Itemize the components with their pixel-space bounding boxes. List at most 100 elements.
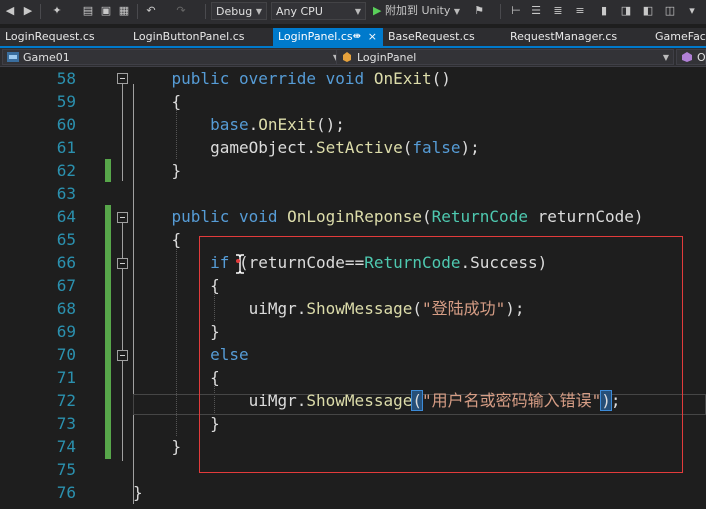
- code-line[interactable]: {: [133, 228, 182, 251]
- line-number: 59: [56, 92, 76, 111]
- platform-select[interactable]: Any CPU ▼: [271, 2, 366, 20]
- forward-icon[interactable]: ▶: [20, 3, 36, 19]
- next-bookmark-icon[interactable]: ◧: [640, 3, 656, 19]
- csharp-project-icon: [7, 52, 19, 62]
- code-token: (: [421, 207, 432, 226]
- collapse-toggle[interactable]: [117, 73, 128, 84]
- project-dropdown[interactable]: Game01 ▼: [2, 49, 344, 65]
- tab-label: LoginButtonPanel.cs: [133, 30, 245, 43]
- project-name: Game01: [23, 51, 70, 64]
- save-all-icon[interactable]: ▦: [116, 3, 132, 19]
- back-icon[interactable]: ◀: [2, 3, 18, 19]
- chevron-down-icon: ▼: [662, 53, 669, 62]
- code-token: ReturnCode: [431, 207, 528, 226]
- toolbar-options-icon[interactable]: ▾: [684, 3, 700, 19]
- text-cursor-icon: [236, 254, 244, 274]
- chevron-down-icon: ▼: [255, 7, 262, 16]
- collapse-toggle[interactable]: [117, 212, 128, 223]
- configuration-value: Debug: [216, 5, 253, 18]
- member-name: On: [697, 51, 706, 64]
- step-icon[interactable]: ⊢: [508, 3, 524, 19]
- tab-label: RequestManager.cs: [510, 30, 618, 43]
- code-token: }: [133, 437, 182, 456]
- line-number: 69: [56, 322, 76, 341]
- pin-icon[interactable]: ⇼: [353, 28, 361, 46]
- configuration-select[interactable]: Debug ▼: [211, 2, 267, 20]
- code-line[interactable]: }: [133, 435, 182, 458]
- chevron-down-icon: ▼: [453, 7, 461, 16]
- uncomment-icon[interactable]: ≡: [572, 3, 588, 19]
- code-line[interactable]: base.OnExit();: [133, 113, 345, 136]
- line-number: 71: [56, 368, 76, 387]
- clear-bookmarks-icon[interactable]: ◫: [662, 3, 678, 19]
- comment-icon[interactable]: ≣: [550, 3, 566, 19]
- tab-label: BaseRequest.cs: [388, 30, 475, 43]
- code-token: {: [133, 230, 182, 249]
- line-number: 73: [56, 414, 76, 433]
- line-number: 63: [56, 184, 76, 203]
- code-token: );: [460, 138, 480, 157]
- document-tabs: LoginRequest.cs LoginButtonPanel.cs Logi…: [0, 28, 706, 46]
- code-token: returnCode): [527, 207, 644, 226]
- toolbar: ◀ ▶ ✦ ▤ ▣ ▦ ↶ ↷ Debug ▼ Any CPU ▼ ▶ 附加到 …: [0, 0, 706, 24]
- line-number: 60: [56, 115, 76, 134]
- line-number: 58: [56, 69, 76, 88]
- attach-to-unity-button[interactable]: ▶ 附加到 Unity ▼: [373, 3, 463, 19]
- line-number: 72: [56, 391, 76, 410]
- tab-gamefacade[interactable]: GameFaca: [650, 28, 706, 46]
- toolbar-separator: [40, 4, 41, 19]
- undo-icon[interactable]: ↶: [142, 3, 160, 19]
- save-icon[interactable]: ▣: [98, 3, 114, 19]
- close-icon[interactable]: ×: [368, 28, 377, 46]
- redo-icon[interactable]: ↷: [172, 3, 190, 19]
- code-token: }: [133, 161, 182, 180]
- tab-loginpanel[interactable]: LoginPanel.cs ⇼ ×: [273, 28, 383, 46]
- debug-tools-icon[interactable]: ⚑: [470, 3, 488, 19]
- line-number: 62: [56, 161, 76, 180]
- method-icon: [682, 52, 692, 62]
- code-token: ();: [316, 115, 345, 134]
- collapse-toggle[interactable]: [117, 258, 128, 269]
- class-dropdown[interactable]: LoginPanel ▼: [336, 49, 674, 65]
- member-dropdown[interactable]: On: [676, 49, 706, 65]
- tab-loginbuttonpanel[interactable]: LoginButtonPanel.cs: [128, 28, 273, 46]
- class-name: LoginPanel: [357, 51, 417, 64]
- tab-label: LoginRequest.cs: [5, 30, 95, 43]
- code-token: }: [133, 483, 143, 502]
- toolbar-separator: [500, 4, 501, 19]
- toolbar-separator: [137, 4, 138, 19]
- line-number: 65: [56, 230, 76, 249]
- code-line[interactable]: public void OnLoginReponse(ReturnCode re…: [133, 205, 644, 228]
- code-token: false: [412, 138, 461, 157]
- line-number: 64: [56, 207, 76, 226]
- new-project-icon[interactable]: ✦: [48, 3, 66, 19]
- code-line[interactable]: }: [133, 159, 182, 182]
- collapse-toggle[interactable]: [117, 350, 128, 361]
- format-icon[interactable]: ☰: [528, 3, 544, 19]
- tab-label: LoginPanel.cs: [278, 30, 353, 43]
- code-line[interactable]: {: [133, 90, 182, 113]
- tab-baserequest[interactable]: BaseRequest.cs: [383, 28, 505, 46]
- open-file-icon[interactable]: ▤: [80, 3, 96, 19]
- prev-bookmark-icon[interactable]: ◨: [618, 3, 634, 19]
- code-token: OnExit: [258, 115, 317, 134]
- code-token: public void: [133, 207, 288, 226]
- code-token: (): [431, 69, 451, 88]
- tab-loginrequest[interactable]: LoginRequest.cs: [0, 28, 128, 46]
- line-number: 66: [56, 253, 76, 272]
- code-line[interactable]: public override void OnExit(): [133, 67, 451, 90]
- code-line[interactable]: gameObject.SetActive(false);: [133, 136, 480, 159]
- code-editor[interactable]: 58 59 60 61 62 63 64 65 66 67 68 69 70 71 72 73 74 75 76 p…: [0, 67, 706, 509]
- code-token: base: [133, 115, 249, 134]
- tab-label: GameFaca: [655, 30, 706, 43]
- code-line[interactable]: }: [133, 481, 143, 504]
- attach-label: 附加到 Unity: [384, 4, 451, 17]
- code-token: public override void: [133, 69, 374, 88]
- line-number: 70: [56, 345, 76, 364]
- bookmark-icon[interactable]: ▮: [596, 3, 612, 19]
- code-token: SetActive: [316, 138, 403, 157]
- tab-requestmanager[interactable]: RequestManager.cs: [505, 28, 650, 46]
- line-number: 75: [56, 460, 76, 479]
- change-marker: [105, 205, 111, 459]
- code-token: {: [133, 92, 182, 111]
